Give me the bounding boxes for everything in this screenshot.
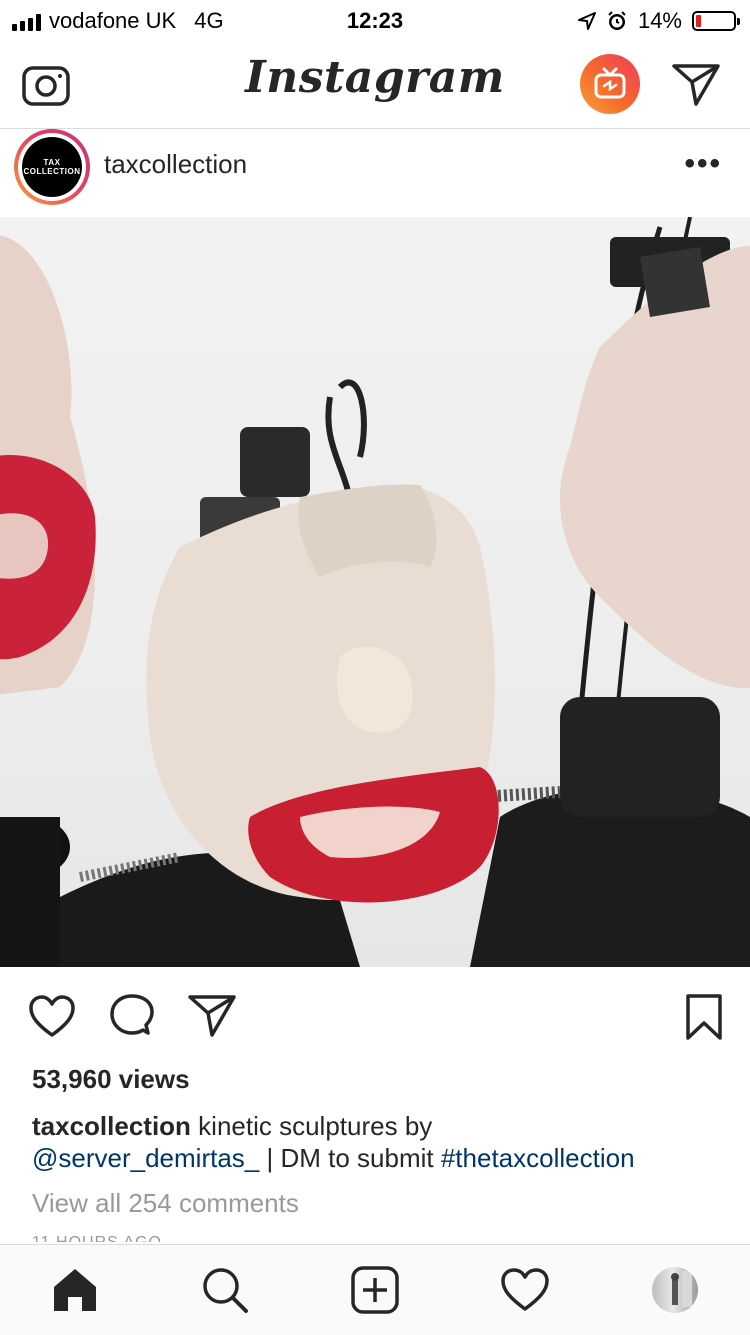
post-username[interactable]: taxcollection — [104, 149, 247, 180]
search-icon[interactable] — [200, 1265, 250, 1315]
caption-text: kinetic sculptures by — [198, 1111, 433, 1141]
activity-icon[interactable] — [500, 1265, 550, 1315]
status-right: 14% — [577, 8, 740, 34]
avatar-image: TAX COLLECTION — [22, 137, 82, 197]
post-media[interactable] — [0, 217, 750, 967]
bookmark-icon[interactable] — [680, 993, 728, 1041]
avatar-text-line2: COLLECTION — [23, 167, 81, 176]
caption-mention[interactable]: @server_demirtas_ — [32, 1143, 259, 1173]
avatar-text-line1: TAX — [43, 158, 61, 167]
post-actions — [0, 967, 750, 1063]
views-count[interactable]: 53,960 views — [32, 1064, 190, 1095]
status-bar: vodafone UK 4G 12:23 14% — [0, 0, 750, 40]
view-comments-link[interactable]: View all 254 comments — [32, 1188, 299, 1219]
alarm-icon — [608, 11, 626, 30]
caption-hashtag[interactable]: #thetaxcollection — [441, 1143, 635, 1173]
post-caption: taxcollection kinetic sculptures by @ser… — [32, 1110, 722, 1174]
add-post-icon[interactable] — [350, 1265, 400, 1315]
direct-send-icon[interactable] — [670, 58, 722, 110]
battery-percent: 14% — [637, 8, 682, 33]
home-icon[interactable] — [50, 1265, 100, 1315]
profile-icon[interactable] — [652, 1267, 698, 1313]
igtv-icon[interactable] — [580, 54, 640, 114]
caption-mid: | DM to submit — [266, 1143, 434, 1173]
top-navigation: Instagram — [0, 40, 750, 129]
comment-icon[interactable] — [108, 993, 156, 1041]
more-options-icon[interactable]: ••• — [684, 147, 722, 181]
bottom-tab-bar — [0, 1244, 750, 1335]
location-arrow-icon — [577, 12, 596, 30]
post-header: TAX COLLECTION taxcollection ••• — [0, 129, 750, 218]
caption-username[interactable]: taxcollection — [32, 1111, 191, 1141]
avatar[interactable]: TAX COLLECTION — [14, 129, 90, 205]
share-icon[interactable] — [188, 993, 236, 1041]
battery-icon — [692, 11, 740, 31]
sculpture-photo — [0, 217, 750, 967]
like-icon[interactable] — [28, 993, 76, 1041]
post-timestamp: 11 HOURS AGO — [32, 1234, 162, 1242]
